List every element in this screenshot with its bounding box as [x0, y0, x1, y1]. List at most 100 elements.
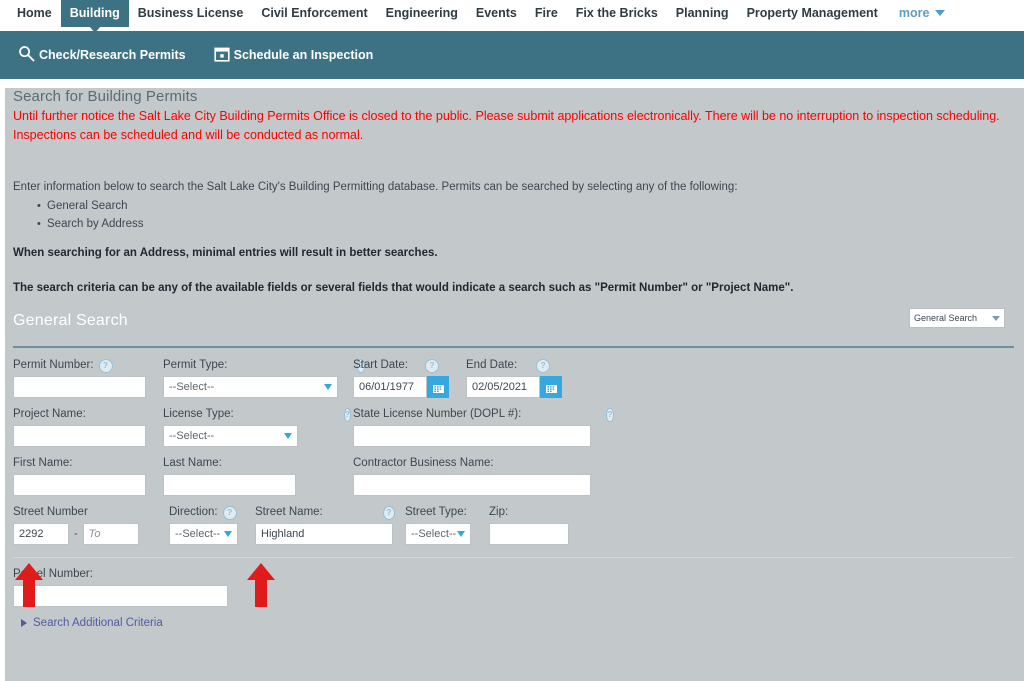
intro-text: Enter information below to search the Sa… [13, 181, 738, 193]
start-date-calendar-button[interactable] [427, 376, 449, 398]
field-state-license: State License Number (DOPL #): ? [353, 407, 614, 447]
chevron-right-icon [21, 619, 27, 627]
field-permit-type: Permit Type: ? --Select-- [163, 358, 365, 398]
label-text: End Date: [466, 359, 518, 371]
field-last-name: Last Name: [163, 456, 343, 496]
project-name-input[interactable] [13, 425, 146, 447]
first-name-input[interactable] [13, 474, 146, 496]
field-street-number: Street Number 2292 - To [13, 505, 159, 545]
label-text: Zip: [489, 506, 509, 518]
question-mark-icon[interactable]: ? [382, 505, 395, 520]
search-type-dropdown[interactable]: General Search [909, 308, 1005, 328]
street-number-separator: - [74, 528, 78, 540]
parcel-number-input[interactable] [13, 585, 228, 607]
toolbar-schedule-inspection-label: Schedule an Inspection [233, 48, 374, 62]
label-text: Parcel Number: [13, 568, 93, 580]
question-mark-icon[interactable]: ? [424, 358, 439, 373]
page-title: Search for Building Permits [13, 88, 198, 105]
label-text: Street Type: [405, 506, 467, 518]
label-text: State License Number (DOPL #): [353, 408, 522, 420]
search-options-list: General Search Search by Address [37, 197, 1018, 233]
field-parcel-number: Parcel Number: [13, 567, 233, 607]
nav-item-fire[interactable]: Fire [526, 0, 567, 27]
nav-item-planning[interactable]: Planning [667, 0, 738, 27]
nav-item-building[interactable]: Building [60, 0, 129, 33]
direction-label: Direction: ? [169, 505, 245, 520]
end-date-input[interactable]: 02/05/2021 [466, 376, 540, 398]
license-type-select[interactable]: --Select-- [163, 425, 298, 447]
label-text: Contractor Business Name: [353, 457, 494, 469]
label-text: License Type: [163, 408, 234, 420]
nav-more-label: more [898, 6, 930, 20]
form-row-4: Street Number 2292 - To Direction: ? --S… [13, 505, 1018, 545]
toolbar-schedule-inspection[interactable]: Schedule an Inspection [214, 46, 374, 65]
street-name-input[interactable]: Highland [255, 523, 393, 545]
secondary-toolbar: Check/Research Permits Schedule an Inspe… [0, 31, 1024, 79]
start-date-input[interactable]: 06/01/1977 [353, 376, 427, 398]
street-name-label: Street Name: ? [255, 505, 395, 520]
permit-type-select[interactable]: --Select-- [163, 376, 338, 398]
street-number-to-input[interactable]: To [82, 523, 139, 545]
nav-item-engineering[interactable]: Engineering [377, 0, 467, 27]
permit-number-label: Permit Number: ? [13, 358, 153, 373]
list-item: General Search [37, 197, 1018, 215]
street-type-value: --Select-- [411, 528, 457, 540]
nav-item-civil-enforcement[interactable]: Civil Enforcement [252, 0, 376, 27]
search-form: Permit Number: ? Permit Type: ? --Select… [11, 348, 1018, 629]
project-name-label: Project Name: [13, 407, 153, 422]
nav-item-property-management[interactable]: Property Management [738, 0, 887, 27]
label-text: Start Date: [353, 359, 408, 371]
general-search-header: General Search General Search [11, 308, 1018, 346]
state-license-input[interactable] [353, 425, 591, 447]
question-mark-icon[interactable]: ? [343, 407, 351, 422]
permit-number-input[interactable] [13, 376, 146, 398]
contractor-business-name-input[interactable] [353, 474, 591, 496]
parcel-number-label: Parcel Number: [13, 567, 233, 582]
label-text: Permit Number: [13, 359, 94, 371]
nav-item-home[interactable]: Home [8, 0, 61, 27]
nav-more-button[interactable]: more [887, 0, 952, 27]
field-start-date: Start Date: ? 06/01/1977 [353, 358, 456, 398]
form-row-5: Parcel Number: [13, 567, 1018, 607]
search-icon [18, 45, 35, 65]
street-number-input[interactable]: 2292 [13, 523, 69, 545]
nav-item-fix-the-bricks[interactable]: Fix the Bricks [567, 0, 667, 27]
calendar-icon [214, 46, 230, 65]
field-direction: Direction: ? --Select-- [169, 505, 245, 545]
page-content: Search for Building Permits Until furthe… [5, 88, 1024, 681]
first-name-label: First Name: [13, 456, 153, 471]
toolbar-check-research-permits-label: Check/Research Permits [39, 48, 186, 62]
note-criteria: The search criteria can be any of the av… [13, 282, 794, 294]
label-text: Last Name: [163, 457, 222, 469]
question-mark-icon[interactable]: ? [222, 505, 237, 520]
note-address: When searching for an Address, minimal e… [13, 247, 438, 259]
question-mark-icon[interactable]: ? [536, 358, 551, 373]
question-mark-icon[interactable]: ? [98, 358, 113, 373]
permit-type-label: Permit Type: ? [163, 358, 365, 373]
label-text: Street Number [13, 506, 88, 518]
form-row-3: First Name: Last Name: Contractor Busine… [13, 456, 1018, 496]
field-project-name: Project Name: [13, 407, 153, 447]
nav-item-events[interactable]: Events [467, 0, 526, 27]
zip-input[interactable] [489, 523, 569, 545]
street-type-select[interactable]: --Select-- [405, 523, 471, 545]
field-street-name: Street Name: ? Highland [255, 505, 395, 545]
contractor-business-name-label: Contractor Business Name: [353, 456, 593, 471]
field-street-type: Street Type: --Select-- [405, 505, 479, 545]
chevron-down-icon [324, 384, 332, 390]
toolbar-check-research-permits[interactable]: Check/Research Permits [18, 45, 186, 65]
search-additional-criteria-link[interactable]: Search Additional Criteria [21, 617, 1018, 629]
state-license-label: State License Number (DOPL #): ? [353, 407, 614, 422]
field-permit-number: Permit Number: ? [13, 358, 153, 398]
label-text: Direction: [169, 506, 218, 518]
field-zip: Zip: [489, 505, 573, 545]
nav-item-business-license[interactable]: Business License [129, 0, 253, 27]
license-type-value: --Select-- [169, 430, 215, 442]
last-name-input[interactable] [163, 474, 296, 496]
direction-select[interactable]: --Select-- [169, 523, 238, 545]
end-date-calendar-button[interactable] [540, 376, 562, 398]
chevron-down-icon [284, 433, 292, 439]
list-item: Search by Address [37, 215, 1018, 233]
direction-value: --Select-- [175, 528, 221, 540]
question-mark-icon[interactable]: ? [606, 407, 614, 422]
